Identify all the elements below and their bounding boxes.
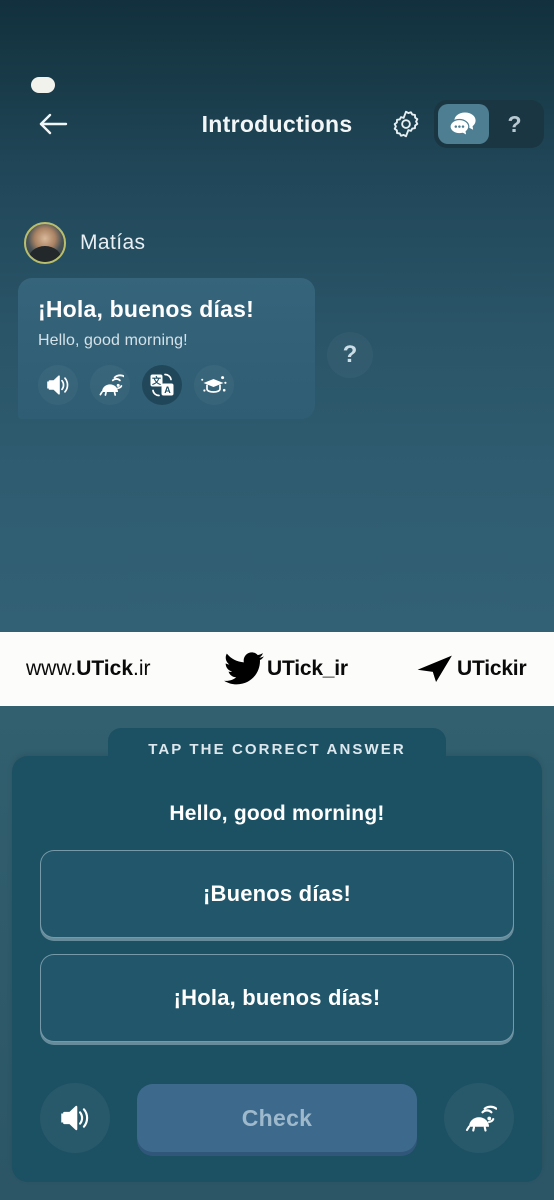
watermark-telegram: UTickir xyxy=(416,654,527,684)
svg-text:A: A xyxy=(164,385,171,395)
exercise-screen: TAP THE CORRECT ANSWER Hello, good morni… xyxy=(0,706,554,1200)
tab-help-label: ? xyxy=(507,110,522,137)
watermark-twitter-handle: UTick_ir xyxy=(267,657,348,680)
answer-option-2[interactable]: ¡Hola, buenos días! xyxy=(40,954,514,1042)
app-header: Introductions ? xyxy=(0,98,554,150)
message-speaker: Matías xyxy=(24,222,145,264)
exercise-action-bar: Check xyxy=(40,1080,514,1156)
chat-screen: Introductions ? Matías ¡Hola, buenos día… xyxy=(0,0,554,632)
answer-option-1[interactable]: ¡Buenos días! xyxy=(40,850,514,938)
status-bar-pill xyxy=(31,77,55,93)
play-slow-audio-button-exercise[interactable] xyxy=(444,1083,514,1153)
exercise-card: Hello, good morning! ¡Buenos días! ¡Hola… xyxy=(12,756,542,1182)
message-bubble: ¡Hola, buenos días! Hello, good morning! xyxy=(18,278,315,419)
view-mode-toggle[interactable]: ? xyxy=(434,100,544,148)
watermark-twitter: UTick_ir xyxy=(224,652,348,686)
play-slow-audio-button[interactable] xyxy=(90,365,130,405)
avatar xyxy=(24,222,66,264)
answer-options: ¡Buenos días! ¡Hola, buenos días! xyxy=(40,850,514,1058)
svg-text:文: 文 xyxy=(151,375,162,386)
message-action-icons: 文 A xyxy=(38,365,295,405)
turtle-slow-icon xyxy=(465,1105,497,1132)
speaker-icon xyxy=(47,375,69,395)
check-button[interactable]: Check xyxy=(137,1084,417,1152)
exercise-prompt: Hello, good morning! xyxy=(169,802,385,825)
twitter-bird-icon xyxy=(224,652,264,685)
telegram-plane-icon xyxy=(417,655,452,682)
play-audio-button[interactable] xyxy=(38,365,78,405)
hint-button[interactable]: ? xyxy=(327,332,373,378)
translate-icon: 文 A xyxy=(150,373,174,397)
speaker-name: Matías xyxy=(80,231,146,254)
graduation-cap-icon xyxy=(201,376,227,393)
watermark-telegram-handle: UTickir xyxy=(457,657,527,680)
watermark-site-bold: UTick xyxy=(76,657,133,680)
play-audio-button-exercise[interactable] xyxy=(40,1083,110,1153)
explain-grammar-button[interactable] xyxy=(194,365,234,405)
message-translation-text: Hello, good morning! xyxy=(38,332,188,349)
watermark-site-prefix: www. xyxy=(26,657,77,680)
turtle-slow-icon xyxy=(99,374,124,396)
watermark-site-suffix: .ir xyxy=(133,657,151,680)
watermark-band: www.UTick.ir UTick_ir UTickir xyxy=(0,632,554,706)
chat-bubbles-icon xyxy=(449,112,476,137)
gear-icon xyxy=(393,110,419,138)
tab-chat[interactable] xyxy=(438,104,489,144)
tab-help[interactable]: ? xyxy=(489,104,540,144)
settings-button[interactable] xyxy=(388,106,424,142)
speaker-icon xyxy=(61,1105,89,1131)
message-primary-text: ¡Hola, buenos días! xyxy=(38,296,254,322)
translate-button[interactable]: 文 A xyxy=(142,365,182,405)
watermark-website: www.UTick.ir xyxy=(26,657,151,681)
exercise-instruction-label: TAP THE CORRECT ANSWER xyxy=(148,740,406,758)
exercise-instruction-tab: TAP THE CORRECT ANSWER xyxy=(108,728,446,770)
